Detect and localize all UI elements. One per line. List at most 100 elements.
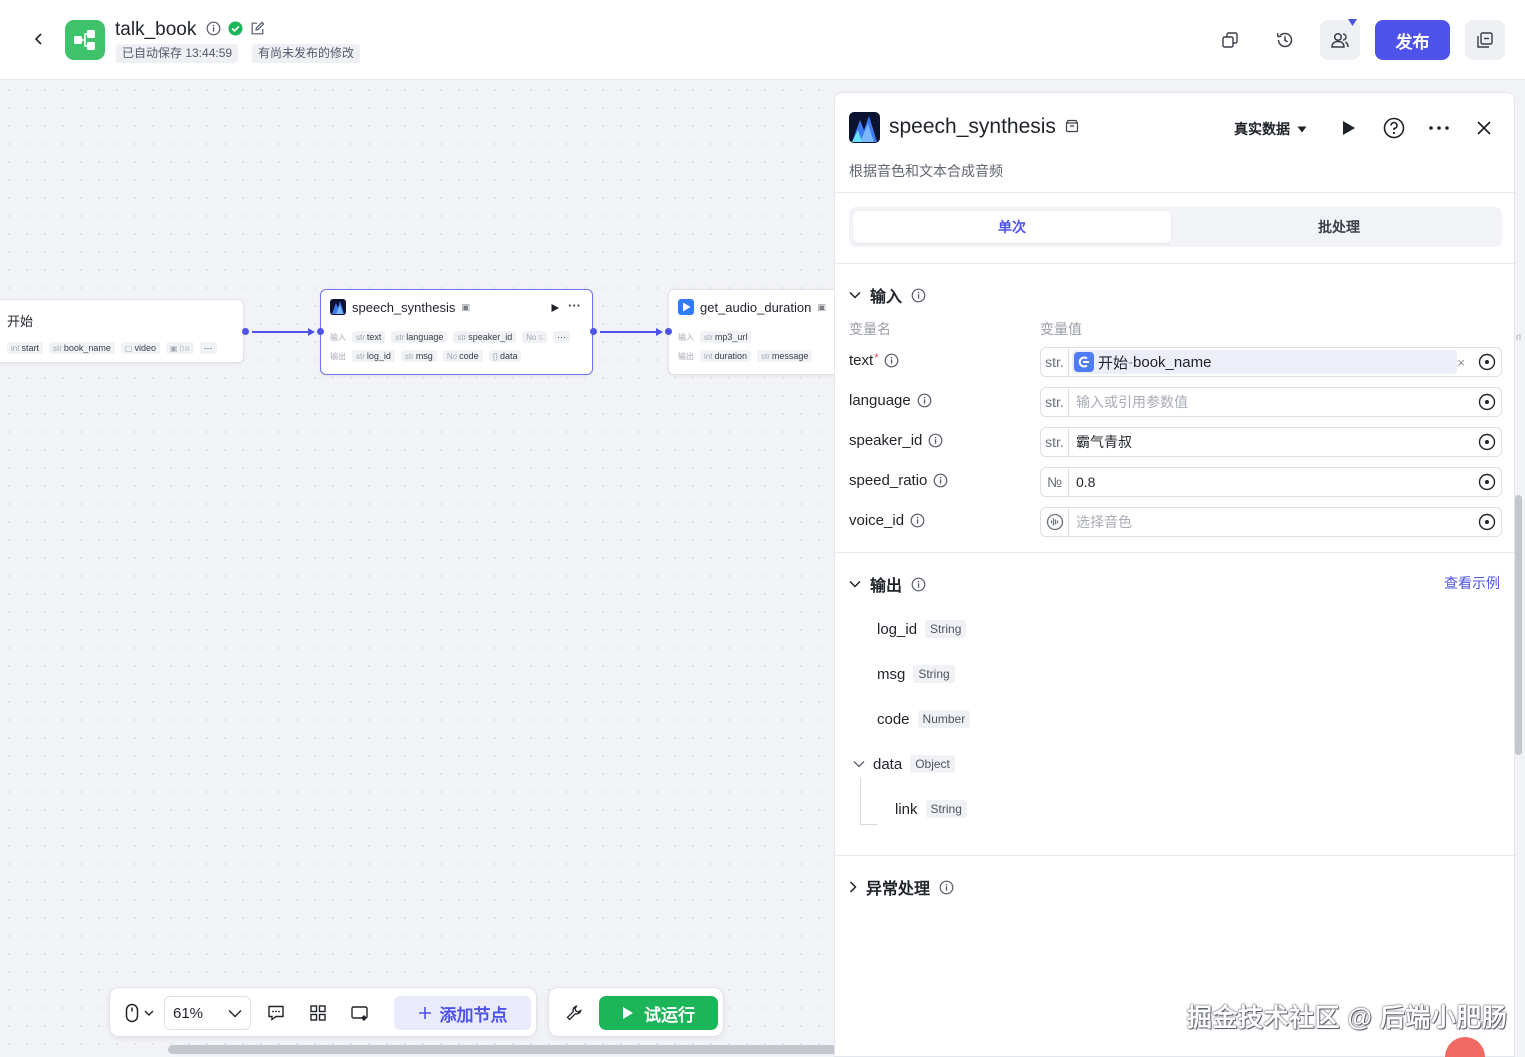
target-icon xyxy=(1478,513,1496,531)
speech-synthesis-node[interactable]: speech_synthesis ▣ ··· 输入 str text str lan… xyxy=(320,289,593,375)
help-button[interactable] xyxy=(1380,114,1408,142)
error-handling-section-header[interactable]: 异常处理 xyxy=(849,875,954,899)
test-run-button[interactable]: 试运行 xyxy=(599,996,718,1030)
field-pill: ▢ video xyxy=(120,342,160,354)
get-audio-duration-node[interactable]: get_audio_duration ▣ 输入 str mp3_url 输出 in… xyxy=(668,289,834,375)
text-param-input[interactable]: str. 开始 - book_name × xyxy=(1040,347,1502,377)
info-icon[interactable] xyxy=(206,21,221,36)
variable-picker-button[interactable] xyxy=(1473,388,1501,416)
field-pill: int duration xyxy=(700,350,751,362)
app-logo xyxy=(65,20,105,60)
type-tag: str. xyxy=(1041,388,1069,416)
output-port[interactable] xyxy=(590,328,597,335)
zoom-select[interactable]: 61% xyxy=(164,996,251,1030)
more-fields[interactable]: ··· xyxy=(199,342,217,354)
speech-logo xyxy=(849,112,880,143)
edit-icon[interactable] xyxy=(250,21,265,36)
tab-batch[interactable]: 批处理 xyxy=(1180,211,1498,243)
info-icon[interactable] xyxy=(933,473,948,488)
start-node[interactable]: 开始 int start str book_name ▢ video ▣ ba ··· xyxy=(0,299,244,363)
data-mode-select[interactable]: 真实数据 xyxy=(1234,119,1307,139)
field-pill: str log_id xyxy=(352,350,395,362)
auto-layout-button[interactable] xyxy=(302,996,334,1030)
node-more-button[interactable]: ··· xyxy=(568,298,581,313)
speaker-id-param-input[interactable]: str. 霸气青叔 xyxy=(1040,427,1502,457)
mouse-icon xyxy=(125,1003,138,1023)
tab-single[interactable]: 单次 xyxy=(853,211,1171,243)
info-icon[interactable] xyxy=(911,577,926,592)
chevron-down-icon xyxy=(144,1010,153,1016)
output-field-expandable[interactable]: data Object xyxy=(853,755,955,773)
publish-button[interactable]: 发布 xyxy=(1375,20,1450,60)
history-button[interactable] xyxy=(1265,20,1305,60)
more-fields[interactable]: ··· xyxy=(553,331,570,343)
debug-tools-button[interactable] xyxy=(557,996,591,1030)
add-node-button[interactable]: 添加节点 xyxy=(394,996,531,1030)
plugin-store-icon: ▣ xyxy=(461,301,470,312)
target-icon xyxy=(1478,353,1496,371)
info-icon[interactable] xyxy=(939,880,954,895)
target-icon xyxy=(1478,473,1496,491)
start-node-icon xyxy=(1074,352,1094,372)
horizontal-scrollbar[interactable] xyxy=(168,1045,852,1054)
edge-arrow xyxy=(308,328,315,336)
info-icon[interactable] xyxy=(928,433,943,448)
field-pill: ▣ ba xyxy=(165,342,194,354)
variable-picker-button[interactable] xyxy=(1473,508,1501,536)
column-header-name: 变量名 xyxy=(849,321,891,337)
speed-ratio-param-input[interactable]: № 0.8 xyxy=(1040,467,1502,497)
add-comment-button[interactable] xyxy=(260,996,292,1030)
input-port[interactable] xyxy=(665,328,672,335)
more-options-button[interactable] xyxy=(1425,114,1453,142)
language-param-input[interactable]: str. 输入或引用参数值 xyxy=(1040,387,1502,417)
type-tag: № xyxy=(1041,468,1069,496)
canvas-toolbar: 61% 添加节点 xyxy=(109,987,537,1037)
variable-picker-button[interactable] xyxy=(1473,348,1501,376)
unpublished-status: 有尚未发布的修改 xyxy=(252,44,361,63)
divider xyxy=(835,855,1514,856)
close-panel-button[interactable] xyxy=(1470,114,1498,142)
variable-picker-button[interactable] xyxy=(1473,468,1501,496)
clear-reference-button[interactable]: × xyxy=(1457,355,1465,370)
variable-reference-chip[interactable]: 开始 - book_name xyxy=(1072,350,1458,374)
divider xyxy=(835,552,1514,553)
input-section-header[interactable]: 输入 xyxy=(849,283,926,307)
verified-check-icon xyxy=(228,21,243,36)
run-node-icon[interactable] xyxy=(550,303,560,313)
edge-arrow xyxy=(656,328,663,336)
run-node-button[interactable] xyxy=(1335,114,1363,142)
plugin-store-icon: ▣ xyxy=(817,301,826,312)
vertical-scrollbar[interactable] xyxy=(1515,495,1522,755)
output-port[interactable] xyxy=(242,328,249,335)
offscreen-node-fragment: rl xyxy=(1516,332,1521,342)
view-example-link[interactable]: 查看示例 xyxy=(1444,573,1500,593)
type-chip: Object xyxy=(910,755,955,773)
field-pill: str speaker_id xyxy=(453,331,517,343)
field-pill: No s xyxy=(522,331,547,343)
node-outputs-row: 输出 str log_id str msg No code {} data xyxy=(330,350,522,362)
copy-workflow-button[interactable] xyxy=(1210,20,1250,60)
back-button[interactable] xyxy=(26,26,52,52)
node-inputs-row: 输入 str text str language str speaker_id No s… xyxy=(330,331,570,343)
workflow-canvas[interactable]: 开始 int start str book_name ▢ video ▣ ba ··· … xyxy=(0,81,834,1057)
info-icon[interactable] xyxy=(911,288,926,303)
info-icon[interactable] xyxy=(910,513,925,528)
output-section-header[interactable]: 输出 xyxy=(849,572,926,596)
output-field: code Number xyxy=(877,710,971,728)
voice-id-param-input[interactable]: 选择音色 xyxy=(1040,507,1502,537)
workflow-icon xyxy=(74,30,95,50)
interaction-mode-button[interactable] xyxy=(118,996,160,1030)
required-mark: * xyxy=(874,351,879,364)
info-icon[interactable] xyxy=(917,393,932,408)
ref-variable: book_name xyxy=(1133,353,1212,371)
info-icon[interactable] xyxy=(884,353,899,368)
voice-icon xyxy=(1046,513,1063,531)
field-pill: str msg xyxy=(400,350,437,362)
collaborators-button[interactable] xyxy=(1320,19,1360,60)
input-port[interactable] xyxy=(317,328,324,335)
minimap-button[interactable] xyxy=(344,996,376,1030)
workflow-panel-button[interactable] xyxy=(1465,20,1505,60)
variable-picker-button[interactable] xyxy=(1473,428,1501,456)
wrench-icon xyxy=(566,1005,582,1021)
edge-line xyxy=(600,331,657,333)
